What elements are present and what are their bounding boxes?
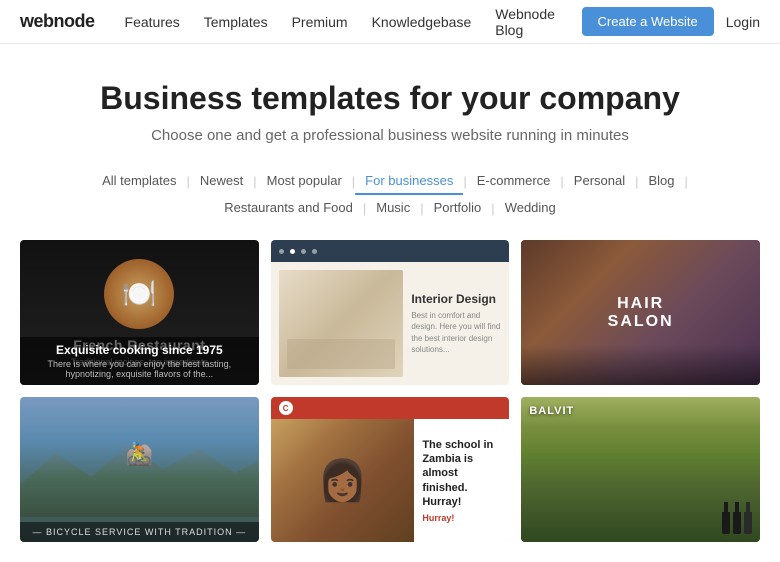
filter-ecommerce[interactable]: E-commerce [467, 168, 561, 195]
template-charity-school[interactable]: C The school in Zambia is almost finishe… [271, 397, 510, 542]
interior-desc: Best in comfort and design. Here you wil… [411, 310, 501, 355]
interior-title: Interior Design [411, 292, 501, 306]
hero-title: Business templates for your company [20, 80, 760, 117]
nav-blog[interactable]: Webnode Blog [495, 6, 581, 38]
filter-all[interactable]: All templates [92, 168, 186, 195]
nav-premium[interactable]: Premium [292, 14, 348, 30]
filter-blog[interactable]: Blog [639, 168, 685, 195]
nav-knowledgebase[interactable]: Knowledgebase [372, 14, 472, 30]
login-button[interactable]: Login [726, 14, 760, 30]
bicycle-label: — BICYCLE SERVICE WITH TRADITION — [20, 522, 259, 542]
filter-portfolio[interactable]: Portfolio [424, 195, 492, 222]
interior-room-image [279, 270, 404, 377]
card-restaurant-label-sub: There is where you can enjoy the best ta… [28, 359, 251, 379]
site-logo[interactable]: webnode [20, 11, 95, 32]
charity-headline: The school in Zambia is almost finished.… [422, 438, 501, 509]
hair-salon-title: HAIR SALON [581, 295, 700, 331]
nav-links: Features Templates Premium Knowledgebase… [125, 6, 582, 38]
nav-dot-2 [290, 249, 295, 254]
nav-dot-4 [312, 249, 317, 254]
nav-features[interactable]: Features [125, 14, 180, 30]
navbar: webnode Features Templates Premium Knowl… [0, 0, 780, 44]
nav-dot-1 [279, 249, 284, 254]
filter-music[interactable]: Music [366, 195, 420, 222]
filter-bar: All templates | Newest | Most popular | … [0, 168, 780, 240]
charity-image [271, 419, 415, 542]
food-icon: 🍽️ [104, 259, 174, 329]
filter-most-popular[interactable]: Most popular [257, 168, 352, 195]
templates-grid: 🍽️ French Restaurant Traditional recipes… [0, 240, 780, 562]
template-hair-salon[interactable]: HAIR SALON [521, 240, 760, 385]
bicycle-person-icon: 🚵 [126, 441, 153, 467]
hero-section: Business templates for your company Choo… [0, 44, 780, 168]
nav-actions: Create a Website Login [582, 7, 760, 36]
filter-wedding[interactable]: Wedding [495, 195, 566, 222]
charity-logo: C [279, 401, 293, 415]
filter-newest[interactable]: Newest [190, 168, 253, 195]
template-interior-design[interactable]: Interior Design Best in comfort and desi… [271, 240, 510, 385]
nav-templates[interactable]: Templates [204, 14, 268, 30]
winery-label: BALVIT [529, 405, 574, 417]
filter-for-businesses[interactable]: For businesses [355, 168, 463, 195]
nav-dot-3 [301, 249, 306, 254]
template-winery[interactable]: BALVIT [521, 397, 760, 542]
create-website-button[interactable]: Create a Website [582, 7, 714, 36]
template-bicycle-service[interactable]: 🚵 — BICYCLE SERVICE WITH TRADITION — [20, 397, 259, 542]
template-french-restaurant[interactable]: 🍽️ French Restaurant Traditional recipes… [20, 240, 259, 385]
filter-restaurants[interactable]: Restaurants and Food [214, 195, 363, 222]
card-restaurant-label-title: Exquisite cooking since 1975 [28, 343, 251, 357]
hero-subtitle: Choose one and get a professional busine… [20, 127, 760, 144]
filter-personal[interactable]: Personal [564, 168, 635, 195]
winery-bottles [722, 502, 752, 534]
